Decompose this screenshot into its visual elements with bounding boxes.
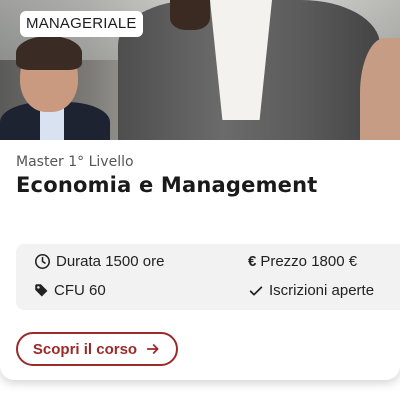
- foreground-person-hair: [170, 0, 210, 30]
- course-card: MANAGERIALE Master 1° Livello Economia e…: [0, 0, 400, 380]
- discover-course-label: Scopri il corso: [32, 340, 138, 358]
- course-title: Economia e Management: [16, 173, 318, 197]
- course-info-panel: Durata 1500 ore € Prezzo 1800 € CFU 60 I…: [16, 244, 400, 310]
- tag-icon: [35, 284, 48, 297]
- credits-text: CFU 60: [54, 282, 106, 299]
- credits-info: CFU 60: [34, 282, 106, 299]
- course-level: Master 1° Livello: [16, 154, 134, 170]
- price-info: € Prezzo 1800 €: [248, 253, 357, 270]
- clock-icon: [34, 253, 51, 270]
- enrollment-text: Iscrizioni aperte: [269, 282, 375, 299]
- course-hero-image: MANAGERIALE: [0, 0, 400, 140]
- price-text: Prezzo 1800 €: [260, 253, 358, 270]
- duration-text: Durata 1500 ore: [56, 253, 165, 270]
- category-badge: MANAGERIALE: [20, 11, 143, 37]
- duration-info: Durata 1500 ore: [34, 253, 164, 270]
- arrow-right-icon: [146, 344, 159, 354]
- check-icon: [249, 285, 263, 296]
- background-person-hair: [16, 36, 82, 70]
- euro-icon: €: [248, 253, 257, 270]
- discover-course-button[interactable]: Scopri il corso: [16, 332, 178, 366]
- enrollment-info: Iscrizioni aperte: [248, 282, 374, 299]
